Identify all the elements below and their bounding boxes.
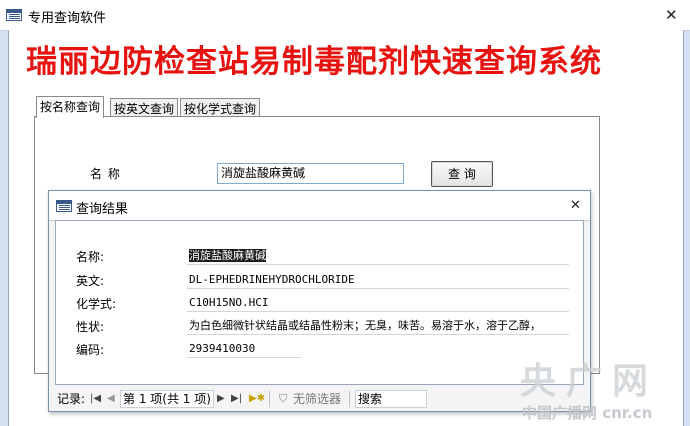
- tab-label: 按化学式查询: [184, 102, 257, 116]
- tab-by-english[interactable]: 按英文查询: [110, 98, 179, 118]
- name-label: 名 称: [90, 167, 121, 181]
- result-value-english[interactable]: DL-EPHEDRINEHYDROCHLORIDE: [187, 270, 569, 289]
- result-label-properties: 性状:: [76, 320, 105, 334]
- new-record-icon[interactable]: ▶✱: [249, 389, 265, 409]
- tab-by-formula[interactable]: 按化学式查询: [180, 98, 261, 118]
- result-label-english: 英文:: [76, 274, 105, 288]
- no-filter-button[interactable]: 无筛选器: [293, 389, 341, 409]
- name-search-input[interactable]: 消旋盐酸麻黄碱: [217, 163, 404, 184]
- result-value-code[interactable]: 2939410030: [187, 339, 301, 358]
- separator: [269, 391, 270, 407]
- dialog-titlebar: 查询结果 ✕: [49, 191, 590, 221]
- separator: [349, 391, 350, 407]
- tab-by-name[interactable]: 按名称查询: [36, 96, 105, 118]
- next-record-icon[interactable]: ▶: [217, 389, 225, 409]
- window-title: 专用查询软件: [28, 11, 107, 26]
- result-value-properties[interactable]: 为白色细微针状结晶或结晶性粉末；无臭，味苦。易溶于水，溶于乙醇，: [187, 316, 569, 335]
- close-icon[interactable]: ✕: [570, 198, 581, 214]
- form-icon: [6, 9, 22, 21]
- tab-label: 按英文查询: [114, 102, 175, 116]
- result-value-text: 消旋盐酸麻黄碱: [189, 249, 266, 262]
- result-value-name[interactable]: 消旋盐酸麻黄碱: [187, 246, 569, 265]
- result-label-name: 名称:: [76, 250, 105, 264]
- dialog-body: 名称: 消旋盐酸麻黄碱 英文: DL-EPHEDRINEHYDROCHLORID…: [55, 220, 584, 385]
- results-dialog: 查询结果 ✕ 名称: 消旋盐酸麻黄碱 英文: DL-EPHEDRINEHYDRO…: [48, 190, 591, 412]
- previous-record-icon[interactable]: ◀: [107, 389, 115, 409]
- form-icon: [56, 200, 72, 212]
- record-position[interactable]: 第 1 项(共 1 项): [120, 390, 214, 408]
- last-record-icon[interactable]: ▶|: [231, 389, 242, 409]
- main-titlebar: 专用查询软件 ✕: [0, 0, 690, 31]
- record-label: 记录:: [57, 392, 86, 406]
- tab-label: 按名称查询: [40, 100, 101, 114]
- close-icon[interactable]: ✕: [665, 7, 678, 23]
- watermark-logo: 央广网: [520, 360, 659, 402]
- first-record-icon[interactable]: |◀: [90, 389, 101, 409]
- filter-icon: ⛉: [279, 392, 288, 405]
- record-navigation-bar: 记录: |◀ ◀ 第 1 项(共 1 项) ▶ ▶| ▶✱ ⛉ 无筛选器 搜索: [57, 389, 587, 409]
- watermark-text: 中国广播网 cnr.cn: [522, 404, 653, 422]
- system-banner-title: 瑞丽边防检查站易制毒配剂快速查询系统: [26, 44, 602, 80]
- result-value-formula[interactable]: C10H15NO.HCI: [187, 293, 569, 312]
- query-button[interactable]: 查 询: [431, 161, 493, 187]
- dialog-title: 查询结果: [76, 202, 129, 217]
- result-label-formula: 化学式:: [76, 297, 117, 311]
- result-label-code: 编码:: [76, 343, 105, 357]
- record-search-box[interactable]: 搜索: [355, 390, 427, 408]
